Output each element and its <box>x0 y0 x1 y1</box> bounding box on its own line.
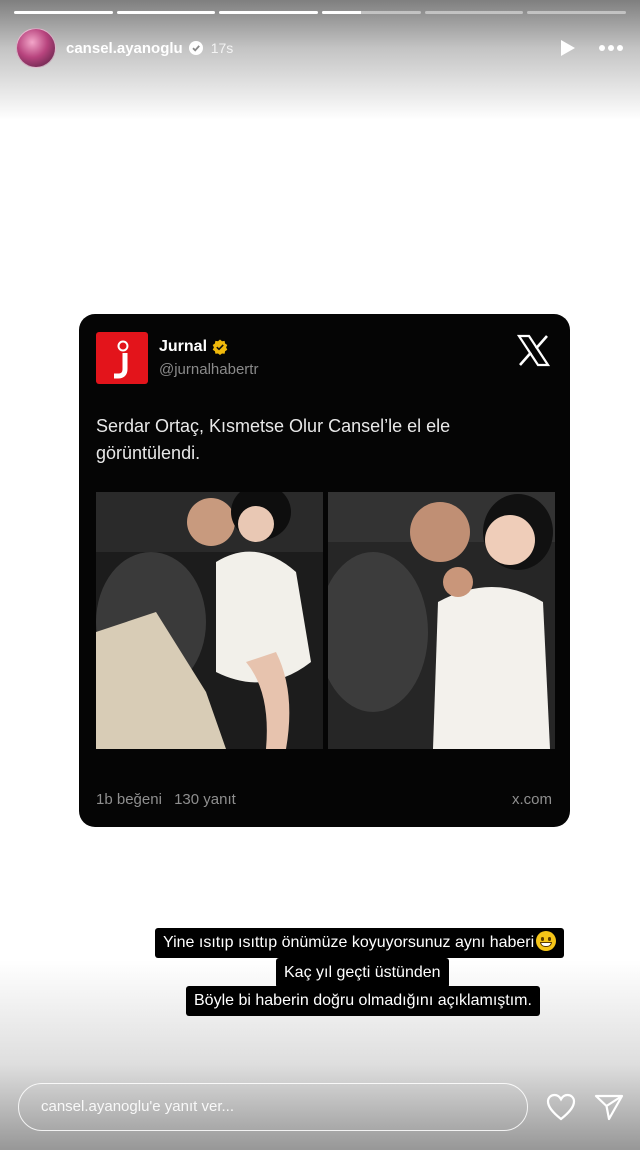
avatar[interactable] <box>16 28 56 68</box>
progress-segment <box>14 11 113 14</box>
tweet-handle: @jurnalhabertr <box>159 361 259 378</box>
caption-line-2: Kaç yıl geçti üstünden <box>276 958 449 988</box>
play-icon[interactable] <box>560 39 576 57</box>
tweet-domain: x.com <box>511 791 552 808</box>
caption-line-3: Böyle bi haberin doğru olmadığını açıkla… <box>186 986 540 1016</box>
username[interactable]: cansel.ayanoglu <box>66 40 183 57</box>
tweet-text: Serdar Ortaç, Kısmetse Olur Cansel’le el… <box>96 416 451 463</box>
verified-gold-icon <box>212 339 228 355</box>
grinning-emoji-icon <box>536 931 557 951</box>
tweet-card[interactable]: Jurnal @jurnalhabertr Serdar Ortaç, Kısm… <box>79 314 570 827</box>
send-icon[interactable] <box>594 1093 624 1121</box>
story-progress-bar <box>14 11 627 14</box>
tweet-account-name: Jurnal <box>159 338 228 356</box>
post-time: 17s <box>210 40 234 56</box>
story-header: cansel.ayanoglu 17s <box>16 28 624 68</box>
likes-count: 1b beğeni <box>96 791 162 808</box>
tweet-stats: 1b beğeni 130 yanıt <box>96 791 236 808</box>
progress-segment <box>219 11 319 14</box>
x-logo-icon <box>517 334 550 367</box>
progress-segment-current <box>322 11 421 14</box>
replies-count: 130 yanıt <box>174 791 236 808</box>
progress-segment <box>527 11 627 14</box>
more-icon[interactable] <box>598 44 624 52</box>
reply-input[interactable]: cansel.ayanoglu'e yanıt ver... <box>18 1083 528 1131</box>
progress-segment <box>424 11 524 14</box>
jurnal-logo-icon <box>96 332 148 384</box>
heart-icon[interactable] <box>546 1093 576 1121</box>
verified-badge-icon <box>188 41 203 55</box>
caption-line-1: Yine ısıtıp ısıttıp önümüze koyuyorsunuz… <box>155 928 565 958</box>
account-name-text: Jurnal <box>159 338 208 355</box>
progress-segment <box>116 11 216 14</box>
tweet-photo-right[interactable] <box>328 492 555 749</box>
caption-text: Yine ısıtıp ısıttıp önümüze koyuyorsunuz… <box>163 934 535 951</box>
tweet-photo-left[interactable] <box>96 492 323 749</box>
